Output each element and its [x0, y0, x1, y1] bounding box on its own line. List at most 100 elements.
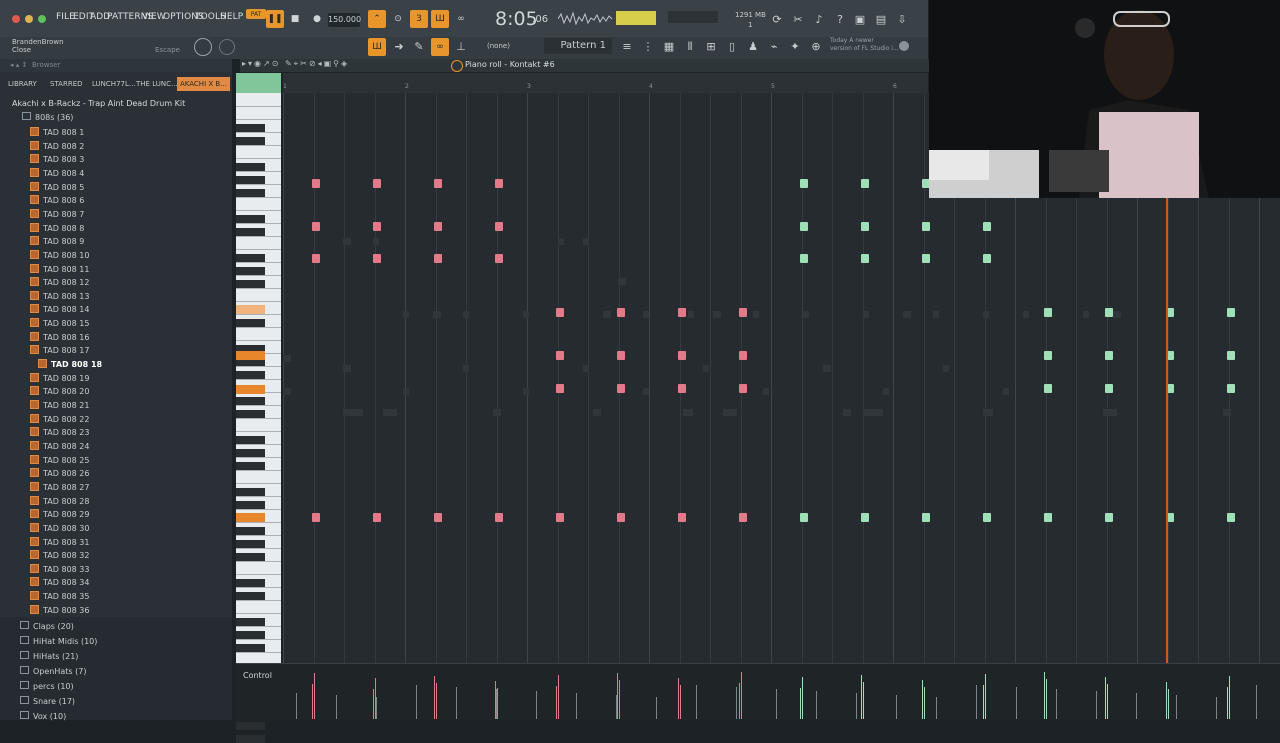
midi-note[interactable] [983, 513, 991, 522]
browser-file-item[interactable]: TAD 808 36 [0, 604, 232, 618]
velocity-bar[interactable] [576, 693, 577, 719]
midi-note[interactable] [1105, 351, 1113, 360]
browser-file-item[interactable]: TAD 808 32 [0, 549, 232, 563]
velocity-bar[interactable] [616, 695, 617, 719]
piano-black-key[interactable] [236, 631, 265, 639]
piano-black-key[interactable] [236, 488, 265, 496]
velocity-bar[interactable] [976, 685, 977, 719]
midi-note[interactable] [495, 179, 503, 188]
piano-black-key[interactable] [236, 397, 265, 405]
velocity-bar[interactable] [434, 676, 435, 719]
browser-folder-item[interactable]: percs (10) [0, 679, 232, 693]
browser-folder-item[interactable]: Claps (20) [0, 619, 232, 633]
loop-record-button[interactable]: ∞ [452, 10, 470, 28]
velocity-bar[interactable] [680, 685, 681, 719]
midi-note[interactable] [556, 351, 564, 360]
link-button[interactable]: ∞ [431, 38, 449, 56]
midi-note[interactable] [312, 254, 320, 263]
velocity-bar[interactable] [924, 687, 925, 719]
piano-white-key[interactable] [236, 561, 281, 575]
midi-note[interactable] [739, 351, 747, 360]
piano-roll-zoom-corner[interactable] [236, 73, 281, 93]
midi-note[interactable] [1227, 384, 1235, 393]
browser-icon[interactable]: ▯ [725, 40, 739, 54]
velocity-bar[interactable] [696, 685, 697, 719]
midi-note[interactable] [800, 222, 808, 231]
velocity-bar[interactable] [736, 687, 737, 719]
tab-akachi[interactable]: AKACHI X B... [177, 77, 230, 91]
piano-black-key[interactable] [236, 618, 265, 626]
download-icon[interactable]: ⇩ [895, 13, 909, 27]
countdown-button[interactable]: 3 [410, 10, 428, 28]
browser-file-item[interactable]: TAD 808 22 [0, 413, 232, 427]
pencil-icon[interactable]: ✎ [412, 40, 426, 54]
midi-note[interactable] [739, 308, 747, 317]
midi-note[interactable] [373, 254, 381, 263]
piano-black-key[interactable] [236, 462, 265, 470]
midi-note[interactable] [983, 254, 991, 263]
velocity-bar[interactable] [1096, 691, 1097, 719]
piano-roll-tools[interactable]: ▸▾◉↗⊙ ✎⌖✂⊘◂▣⚲◈ [242, 59, 349, 69]
velocity-bar[interactable] [741, 672, 742, 719]
velocity-bar[interactable] [1044, 672, 1045, 719]
wrench-icon[interactable]: ✦ [788, 40, 802, 54]
microphone-icon[interactable]: ♪ [812, 13, 826, 27]
midi-note[interactable] [373, 179, 381, 188]
piano-black-key[interactable] [236, 137, 265, 145]
piano-black-key[interactable] [236, 540, 265, 548]
piano-black-key[interactable] [236, 722, 265, 730]
browser-file-item[interactable]: TAD 808 19 [0, 372, 232, 386]
velocity-bar[interactable] [1168, 689, 1169, 719]
velocity-bar[interactable] [1166, 682, 1167, 719]
browser-file-item[interactable]: TAD 808 5 [0, 181, 232, 195]
velocity-bar[interactable] [896, 695, 897, 719]
stamp-icon[interactable]: ⊥ [454, 40, 468, 54]
velocity-bar[interactable] [863, 682, 864, 719]
browser-file-item[interactable]: TAD 808 20 [0, 385, 232, 399]
midi-note[interactable] [434, 179, 442, 188]
midi-note[interactable] [312, 513, 320, 522]
browser-folder-item[interactable]: HiHats (21) [0, 649, 232, 663]
velocity-bar[interactable] [314, 673, 315, 719]
velocity-bar[interactable] [617, 673, 618, 719]
folder-808s[interactable]: 808s (36) [0, 112, 232, 124]
velocity-bar[interactable] [496, 689, 497, 719]
piano-white-key[interactable] [236, 470, 281, 484]
news-globe-icon[interactable] [899, 41, 909, 51]
mixer-icon[interactable]: ⫴ [683, 40, 697, 54]
menu-help[interactable]: HELP [220, 12, 243, 22]
render-icon[interactable]: ▤ [874, 13, 888, 27]
velocity-bar[interactable] [536, 691, 537, 719]
midi-note[interactable] [617, 513, 625, 522]
save-icon[interactable]: ▣ [853, 13, 867, 27]
pause-button[interactable]: ❚❚ [266, 10, 284, 28]
velocity-bar[interactable] [1046, 679, 1047, 719]
velocity-bar[interactable] [985, 674, 986, 719]
velocity-bar[interactable] [558, 675, 559, 719]
main-volume-knob[interactable] [194, 38, 212, 56]
piano-keyboard[interactable] [236, 93, 281, 743]
velocity-bar[interactable] [856, 693, 857, 719]
velocity-bar[interactable] [497, 688, 498, 719]
velocity-bar[interactable] [436, 683, 437, 719]
step-edit-button[interactable]: Ш [431, 10, 449, 28]
browser-file-item[interactable]: TAD 808 4 [0, 167, 232, 181]
midi-note[interactable] [556, 308, 564, 317]
browser-folder-item[interactable]: HiHat Midis (10) [0, 634, 232, 648]
midi-note[interactable] [556, 513, 564, 522]
midi-note[interactable] [1044, 513, 1052, 522]
midi-note[interactable] [1227, 308, 1235, 317]
piano-black-key[interactable] [236, 527, 265, 535]
piano-black-key[interactable] [236, 592, 265, 600]
tempo-display[interactable]: 150.000 [328, 13, 361, 27]
record-button[interactable]: ● [308, 10, 326, 28]
velocity-bar[interactable] [861, 675, 862, 719]
midi-note[interactable] [312, 179, 320, 188]
velocity-bar[interactable] [922, 680, 923, 719]
velocity-bar[interactable] [1016, 687, 1017, 719]
midi-note[interactable] [556, 384, 564, 393]
velocity-bar[interactable] [1136, 693, 1137, 719]
browser-file-item[interactable]: TAD 808 30 [0, 522, 232, 536]
snap-magnet-button[interactable]: Ш [368, 38, 386, 56]
browser-file-item[interactable]: TAD 808 13 [0, 290, 232, 304]
